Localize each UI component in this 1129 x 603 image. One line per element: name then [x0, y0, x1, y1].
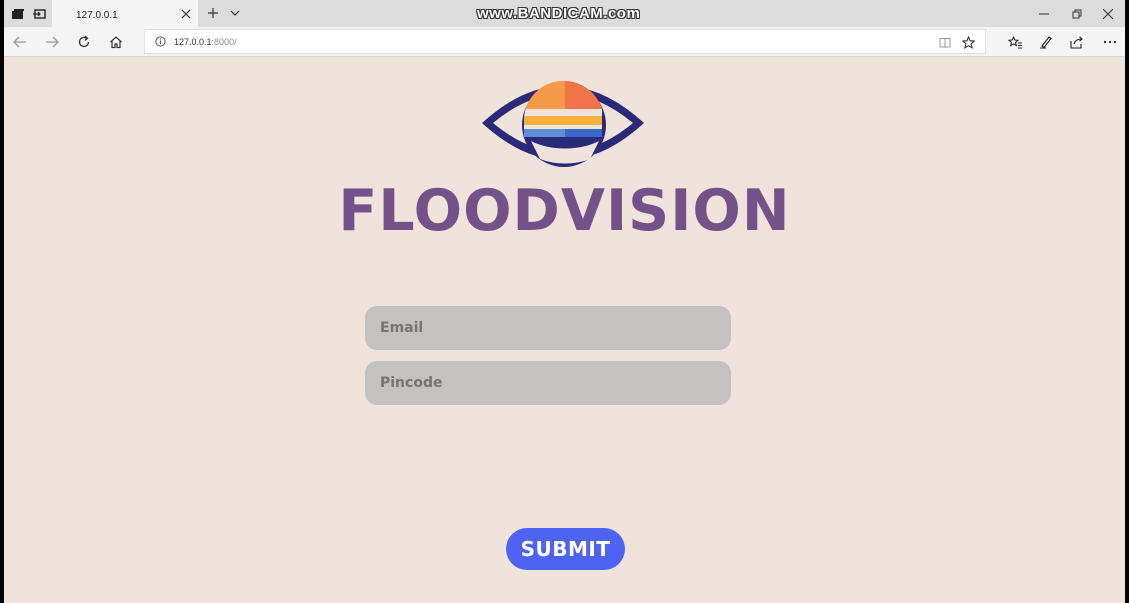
url-host: 127.0.0.1 — [174, 37, 212, 47]
submit-button[interactable]: SUBMIT — [506, 528, 625, 570]
tabs-aside-icon[interactable] — [8, 4, 28, 24]
share-icon[interactable] — [1067, 32, 1087, 52]
brand-title: FLOODVISION — [338, 178, 791, 244]
notes-icon[interactable] — [1036, 32, 1056, 52]
navigation-bar: 127.0.0.1:8000/ — [4, 27, 1125, 57]
url-text: 127.0.0.1:8000/ — [174, 37, 237, 47]
refresh-icon[interactable] — [74, 32, 94, 52]
address-bar[interactable]: 127.0.0.1:8000/ — [144, 29, 986, 54]
star-icon[interactable] — [960, 34, 976, 50]
plus-icon[interactable] — [204, 4, 222, 22]
tab-active[interactable]: 127.0.0.1 — [52, 0, 198, 27]
restore-icon[interactable] — [1060, 0, 1094, 27]
tab-strip: 127.0.0.1 www.BANDICAM.com — [4, 0, 1125, 27]
set-aside-icon[interactable] — [30, 4, 50, 24]
more-icon[interactable] — [1100, 32, 1120, 52]
forward-arrow-icon[interactable] — [42, 32, 62, 52]
info-icon[interactable] — [153, 34, 167, 48]
floodvision-logo — [480, 79, 646, 171]
pincode-field[interactable] — [365, 361, 731, 405]
reading-view-icon[interactable] — [937, 34, 953, 50]
close-icon[interactable] — [1091, 0, 1125, 27]
minimize-icon[interactable] — [1027, 0, 1061, 27]
url-port-path: :8000/ — [211, 37, 237, 47]
browser-window: 127.0.0.1 www.BANDICAM.com 127.0.0.1:800… — [4, 0, 1125, 603]
recording-watermark: www.BANDICAM.com — [477, 5, 641, 22]
email-field[interactable] — [365, 306, 731, 350]
tab-title: 127.0.0.1 — [76, 10, 118, 21]
back-arrow-icon[interactable] — [10, 32, 30, 52]
chevron-down-icon[interactable] — [226, 4, 244, 22]
favorites-icon[interactable] — [1005, 32, 1025, 52]
close-icon[interactable] — [178, 6, 194, 22]
home-icon[interactable] — [106, 32, 126, 52]
